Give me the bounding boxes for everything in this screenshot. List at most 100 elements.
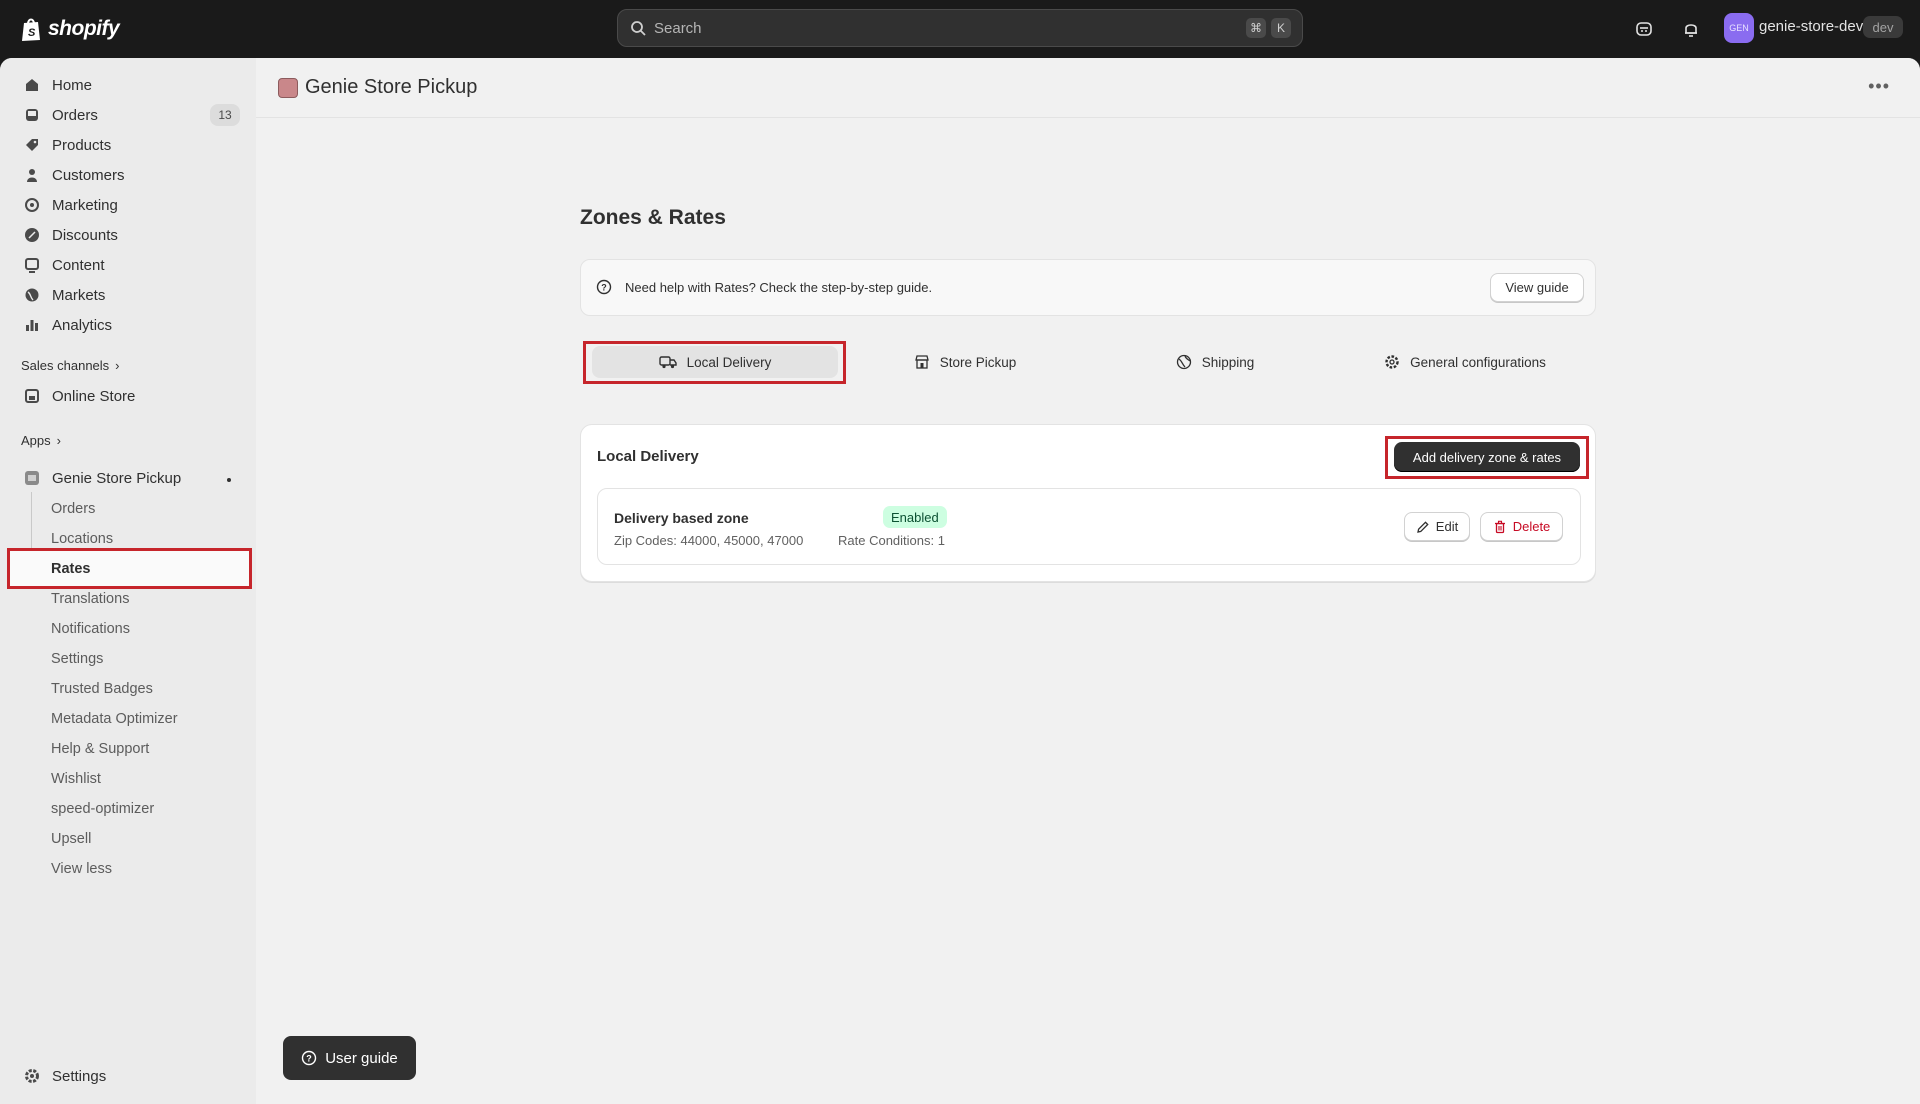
- sidebar: Home Orders 13 Products Customers Market…: [0, 58, 256, 1104]
- store-icon: [22, 386, 42, 406]
- cmd-key: ⌘: [1246, 18, 1266, 38]
- orders-icon: [22, 105, 42, 125]
- search-icon: [631, 21, 646, 36]
- sidebar-subitem-wishlist[interactable]: Wishlist: [51, 771, 101, 787]
- sidebar-subitem-notifications[interactable]: Notifications: [51, 621, 130, 637]
- chart-icon: [22, 315, 42, 335]
- rates-highlight-box: [7, 548, 252, 589]
- sidekick-icon[interactable]: [1632, 17, 1656, 41]
- sidebar-item-home[interactable]: Home: [22, 71, 92, 99]
- rate-conditions-text: Rate Conditions: 1: [838, 533, 945, 548]
- tab-general-configurations[interactable]: General configurations: [1370, 346, 1560, 378]
- sidebar-item-label: Customers: [52, 166, 125, 184]
- globe-icon: [1176, 354, 1191, 370]
- sidebar-subitem-help-support[interactable]: Help & Support: [51, 741, 149, 757]
- more-actions-icon[interactable]: •••: [1868, 76, 1890, 97]
- sidebar-subitem-orders[interactable]: Orders: [51, 501, 95, 517]
- dev-badge: dev: [1863, 16, 1903, 38]
- sidebar-subitem-metadata-optimizer[interactable]: Metadata Optimizer: [51, 711, 178, 727]
- target-icon: [22, 195, 42, 215]
- sidebar-item-content[interactable]: Content: [22, 251, 105, 279]
- sidebar-view-less[interactable]: View less: [51, 861, 112, 877]
- delivery-zone-row: Delivery based zone Enabled Zip Codes: 4…: [597, 488, 1581, 565]
- sidebar-item-discounts[interactable]: Discounts: [22, 221, 118, 249]
- user-guide-label: User guide: [325, 1049, 398, 1067]
- bell-icon[interactable]: [1679, 17, 1703, 41]
- globe-icon: [22, 285, 42, 305]
- question-circle-icon: ?: [596, 279, 612, 300]
- sidebar-item-label: Content: [52, 256, 105, 274]
- sidebar-item-label: Analytics: [52, 316, 113, 334]
- pencil-icon: [1416, 520, 1429, 533]
- sidebar-item-settings[interactable]: Settings: [22, 1062, 106, 1090]
- zone-name: Delivery based zone: [614, 510, 749, 526]
- sidebar-item-label: Online Store: [52, 387, 136, 405]
- help-banner: ? Need help with Rates? Check the step-b…: [580, 259, 1596, 316]
- delete-label: Delete: [1512, 519, 1551, 534]
- chevron-right-icon: ›: [115, 358, 120, 373]
- add-delivery-zone-button[interactable]: Add delivery zone & rates: [1394, 442, 1580, 472]
- sidebar-subitem-settings[interactable]: Settings: [51, 651, 103, 667]
- sidebar-item-genie-store-pickup[interactable]: Genie Store Pickup: [22, 464, 181, 492]
- sidebar-subitem-locations[interactable]: Locations: [51, 531, 113, 547]
- sales-channels-heading[interactable]: Sales channels ›: [21, 358, 120, 373]
- brand-name: shopify: [48, 17, 120, 40]
- tab-shipping[interactable]: Shipping: [1165, 346, 1265, 378]
- chevron-right-icon: ›: [56, 433, 61, 448]
- card-title: Local Delivery: [597, 448, 699, 465]
- sidebar-item-customers[interactable]: Customers: [22, 161, 125, 189]
- shopify-logo[interactable]: S shopify: [20, 14, 120, 44]
- person-icon: [22, 165, 42, 185]
- edit-label: Edit: [1435, 519, 1459, 534]
- shopify-bag-icon: S: [22, 18, 40, 41]
- orders-count-badge: 13: [210, 104, 240, 126]
- edit-button[interactable]: Edit: [1404, 512, 1470, 541]
- store-name[interactable]: genie-store-dev: [1759, 18, 1863, 35]
- store-avatar[interactable]: GEN: [1724, 13, 1754, 43]
- app-title-text: Genie Store Pickup: [305, 76, 478, 98]
- search-input[interactable]: Search ⌘ K: [617, 9, 1303, 47]
- user-guide-button[interactable]: ? User guide: [283, 1036, 416, 1080]
- app-title: Genie Store Pickup: [278, 76, 477, 99]
- tab-store-pickup[interactable]: Store Pickup: [900, 346, 1030, 378]
- svg-text:?: ?: [601, 283, 607, 293]
- apps-heading[interactable]: Apps ›: [21, 433, 61, 448]
- svg-text:S: S: [28, 27, 36, 39]
- pin-dot-icon[interactable]: [227, 478, 231, 482]
- sidebar-subitem-speed-optimizer[interactable]: speed-optimizer: [51, 801, 154, 817]
- app-icon: [22, 468, 42, 488]
- sidebar-item-marketing[interactable]: Marketing: [22, 191, 118, 219]
- app-icon: [278, 77, 298, 98]
- sidebar-item-label: Discounts: [52, 226, 118, 244]
- help-text: Need help with Rates? Check the step-by-…: [625, 280, 933, 295]
- sidebar-item-analytics[interactable]: Analytics: [22, 311, 112, 339]
- trash-icon: [1494, 520, 1505, 533]
- status-badge: Enabled: [883, 506, 947, 528]
- sidebar-item-online-store[interactable]: Online Store: [22, 382, 135, 410]
- sidebar-item-label: Genie Store Pickup: [52, 469, 182, 487]
- gear-icon: [1385, 355, 1399, 369]
- question-circle-icon: ?: [302, 1050, 317, 1066]
- content-icon: [22, 255, 42, 275]
- sidebar-subitem-trusted-badges[interactable]: Trusted Badges: [51, 681, 153, 697]
- sidebar-item-label: Settings: [52, 1067, 107, 1085]
- sidebar-item-label: Marketing: [52, 196, 118, 214]
- sidebar-subitem-rates[interactable]: Rates: [51, 561, 91, 577]
- sales-channels-label: Sales channels: [21, 358, 110, 373]
- tab-label: General configurations: [1410, 354, 1546, 370]
- sidebar-item-orders[interactable]: Orders: [22, 101, 98, 129]
- sidebar-item-label: Orders: [52, 106, 98, 124]
- sidebar-item-products[interactable]: Products: [22, 131, 111, 159]
- delete-button[interactable]: Delete: [1480, 512, 1563, 541]
- store-icon: [914, 355, 929, 369]
- sidebar-item-markets[interactable]: Markets: [22, 281, 105, 309]
- tag-icon: [22, 135, 42, 155]
- admin-shell: Home Orders 13 Products Customers Market…: [0, 58, 1920, 1104]
- view-guide-button[interactable]: View guide: [1490, 273, 1584, 302]
- gear-icon: [22, 1066, 42, 1086]
- sidebar-subitem-translations[interactable]: Translations: [51, 591, 129, 607]
- sidebar-subitem-upsell[interactable]: Upsell: [51, 831, 91, 847]
- sidebar-item-label: Home: [52, 76, 93, 94]
- local-delivery-highlight-box: [583, 341, 846, 384]
- home-icon: [22, 75, 42, 95]
